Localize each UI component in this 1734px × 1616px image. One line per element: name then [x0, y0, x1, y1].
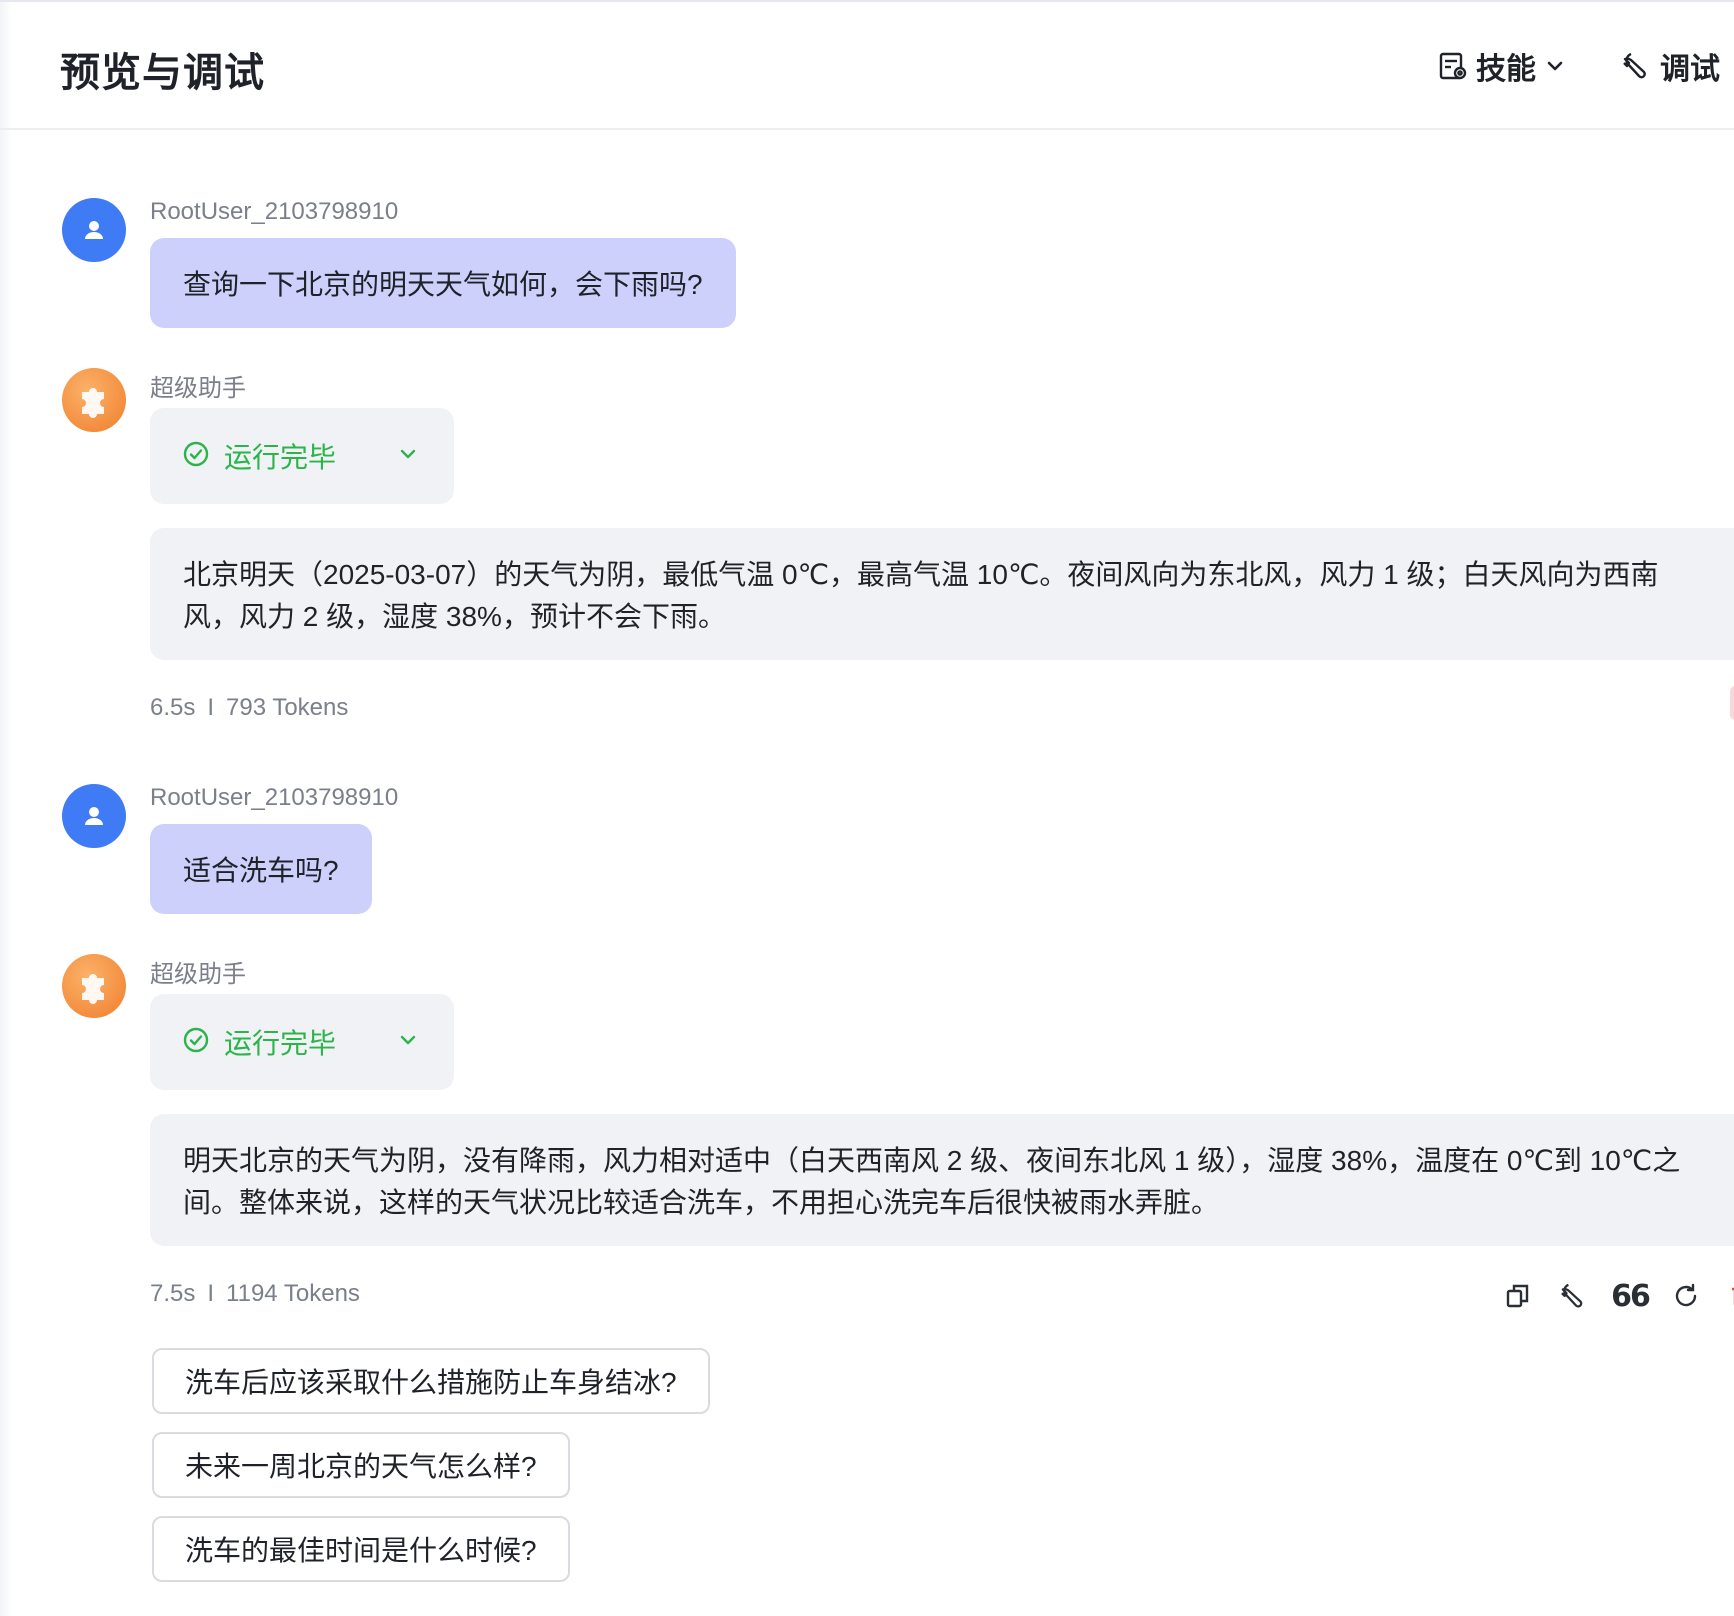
run-status-label: 运行完毕 — [224, 442, 337, 473]
skills-icon — [1438, 51, 1468, 81]
user-avatar — [62, 784, 126, 848]
sender-name: RootUser_2103798910 — [150, 198, 399, 225]
sender-name: 超级助手 — [150, 961, 246, 988]
panel-divider — [0, 2, 12, 1616]
assistant-avatar — [62, 954, 126, 1018]
answer-line: 明天北京的天气为阴，没有降雨，风力相对适中（白天西南风 2 级、夜间东北风 1 … — [183, 1145, 1681, 1176]
wrench-icon — [1561, 1283, 1583, 1308]
delete-button[interactable] — [1714, 1278, 1734, 1314]
assistant-answer: 北京明天（2025-03-07）的天气为阴，最低气温 0℃，最高气温 10℃。夜… — [150, 528, 1734, 660]
run-status-toggle[interactable]: 运行完毕 — [150, 994, 454, 1090]
panel-header: 预览与调试 技能 调试 — [0, 2, 1734, 130]
copy-icon — [1506, 1284, 1529, 1308]
refresh-icon — [1675, 1283, 1697, 1307]
meta-separator: I — [207, 694, 215, 721]
suggested-question[interactable]: 洗车的最佳时间是什么时候? — [152, 1516, 570, 1582]
answer-line: 风，风力 2 级，湿度 38%，预计不会下雨。 — [183, 601, 726, 632]
user-message-bubble: 查询一下北京的明天天气如何，会下雨吗? — [150, 238, 736, 328]
answer-line: 间。整体来说，这样的天气状况比较适合洗车，不用担心洗完车后很快被雨水弄脏。 — [183, 1187, 1220, 1218]
sender-name: RootUser_2103798910 — [150, 784, 399, 811]
debug-button[interactable]: 调试 — [1622, 46, 1720, 86]
chevron-down-icon — [396, 1028, 420, 1057]
chevron-down-icon — [1544, 55, 1566, 77]
skills-dropdown-button[interactable]: 技能 — [1438, 46, 1566, 86]
response-meta: 6.5s I 793 Tokens — [150, 694, 348, 722]
response-meta: 7.5s I 1194 Tokens — [150, 1280, 360, 1308]
trash-icon — [1732, 1287, 1734, 1306]
scroll-indicator — [1730, 686, 1734, 720]
debug-label: 调试 — [1660, 53, 1720, 86]
suggested-question[interactable]: 洗车后应该采取什么措施防止车身结冰? — [152, 1348, 710, 1414]
answer-line: 北京明天（2025-03-07）的天气为阴，最低气温 0℃，最高气温 10℃。夜… — [183, 559, 1659, 590]
quote-button[interactable]: 66 — [1602, 1278, 1658, 1314]
puzzle-icon — [82, 974, 104, 1004]
preview-debug-panel: 预览与调试 技能 调试 RootUser_2103798910 查询一下北京的明… — [0, 0, 1734, 1616]
meta-separator: I — [207, 1280, 215, 1307]
user-icon — [85, 221, 103, 239]
puzzle-icon — [82, 388, 104, 418]
assistant-avatar — [62, 368, 126, 432]
skills-label: 技能 — [1476, 53, 1536, 86]
run-status-label: 运行完毕 — [224, 1028, 337, 1059]
user-message-bubble: 适合洗车吗? — [150, 824, 372, 914]
response-time: 6.5s — [150, 694, 196, 721]
check-circle-icon — [182, 440, 210, 473]
response-time: 7.5s — [150, 1280, 196, 1307]
run-status-toggle[interactable]: 运行完毕 — [150, 408, 454, 504]
page-title: 预览与调试 — [60, 51, 265, 95]
assistant-answer: 明天北京的天气为阴，没有降雨，风力相对适中（白天西南风 2 级、夜间东北风 1 … — [150, 1114, 1734, 1246]
token-count: 1194 Tokens — [226, 1280, 360, 1307]
chevron-down-icon — [396, 442, 420, 471]
token-count: 793 Tokens — [226, 694, 349, 721]
user-icon — [85, 807, 103, 825]
sender-name: 超级助手 — [150, 375, 246, 402]
suggested-question[interactable]: 未来一周北京的天气怎么样? — [152, 1432, 570, 1498]
message-actions: 66 — [1490, 1278, 1734, 1314]
debug-message-button[interactable] — [1546, 1278, 1602, 1314]
check-circle-icon — [182, 1026, 210, 1059]
copy-button[interactable] — [1490, 1278, 1546, 1314]
user-avatar — [62, 198, 126, 262]
regenerate-button[interactable] — [1658, 1278, 1714, 1314]
wrench-icon — [1622, 51, 1652, 81]
quote-icon: 66 — [1611, 1278, 1651, 1314]
